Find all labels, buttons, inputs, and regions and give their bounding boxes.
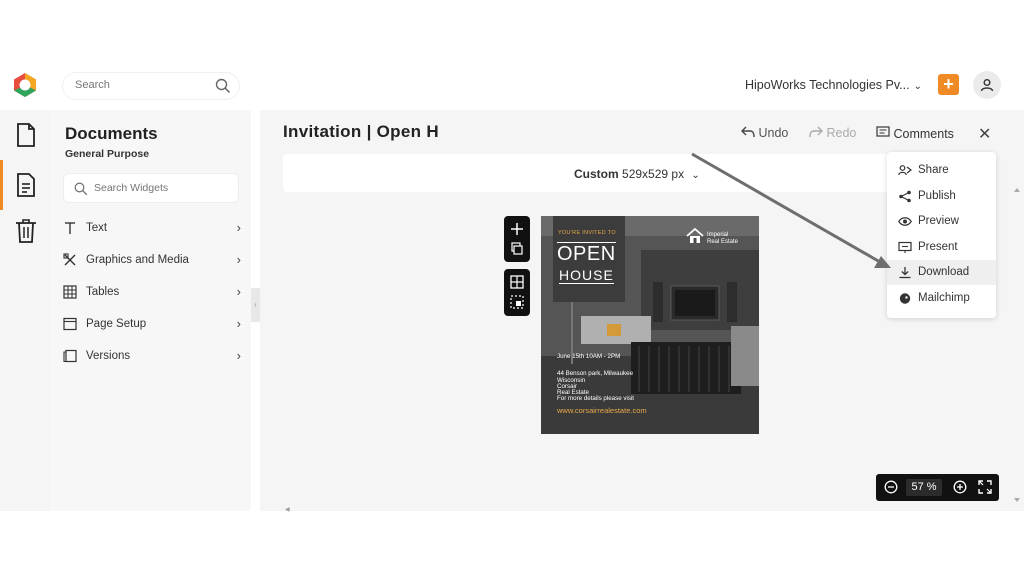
- annotation-arrow: [691, 152, 891, 268]
- app: HipoWorks Technologies Pv...⌄ +: [0, 66, 1024, 513]
